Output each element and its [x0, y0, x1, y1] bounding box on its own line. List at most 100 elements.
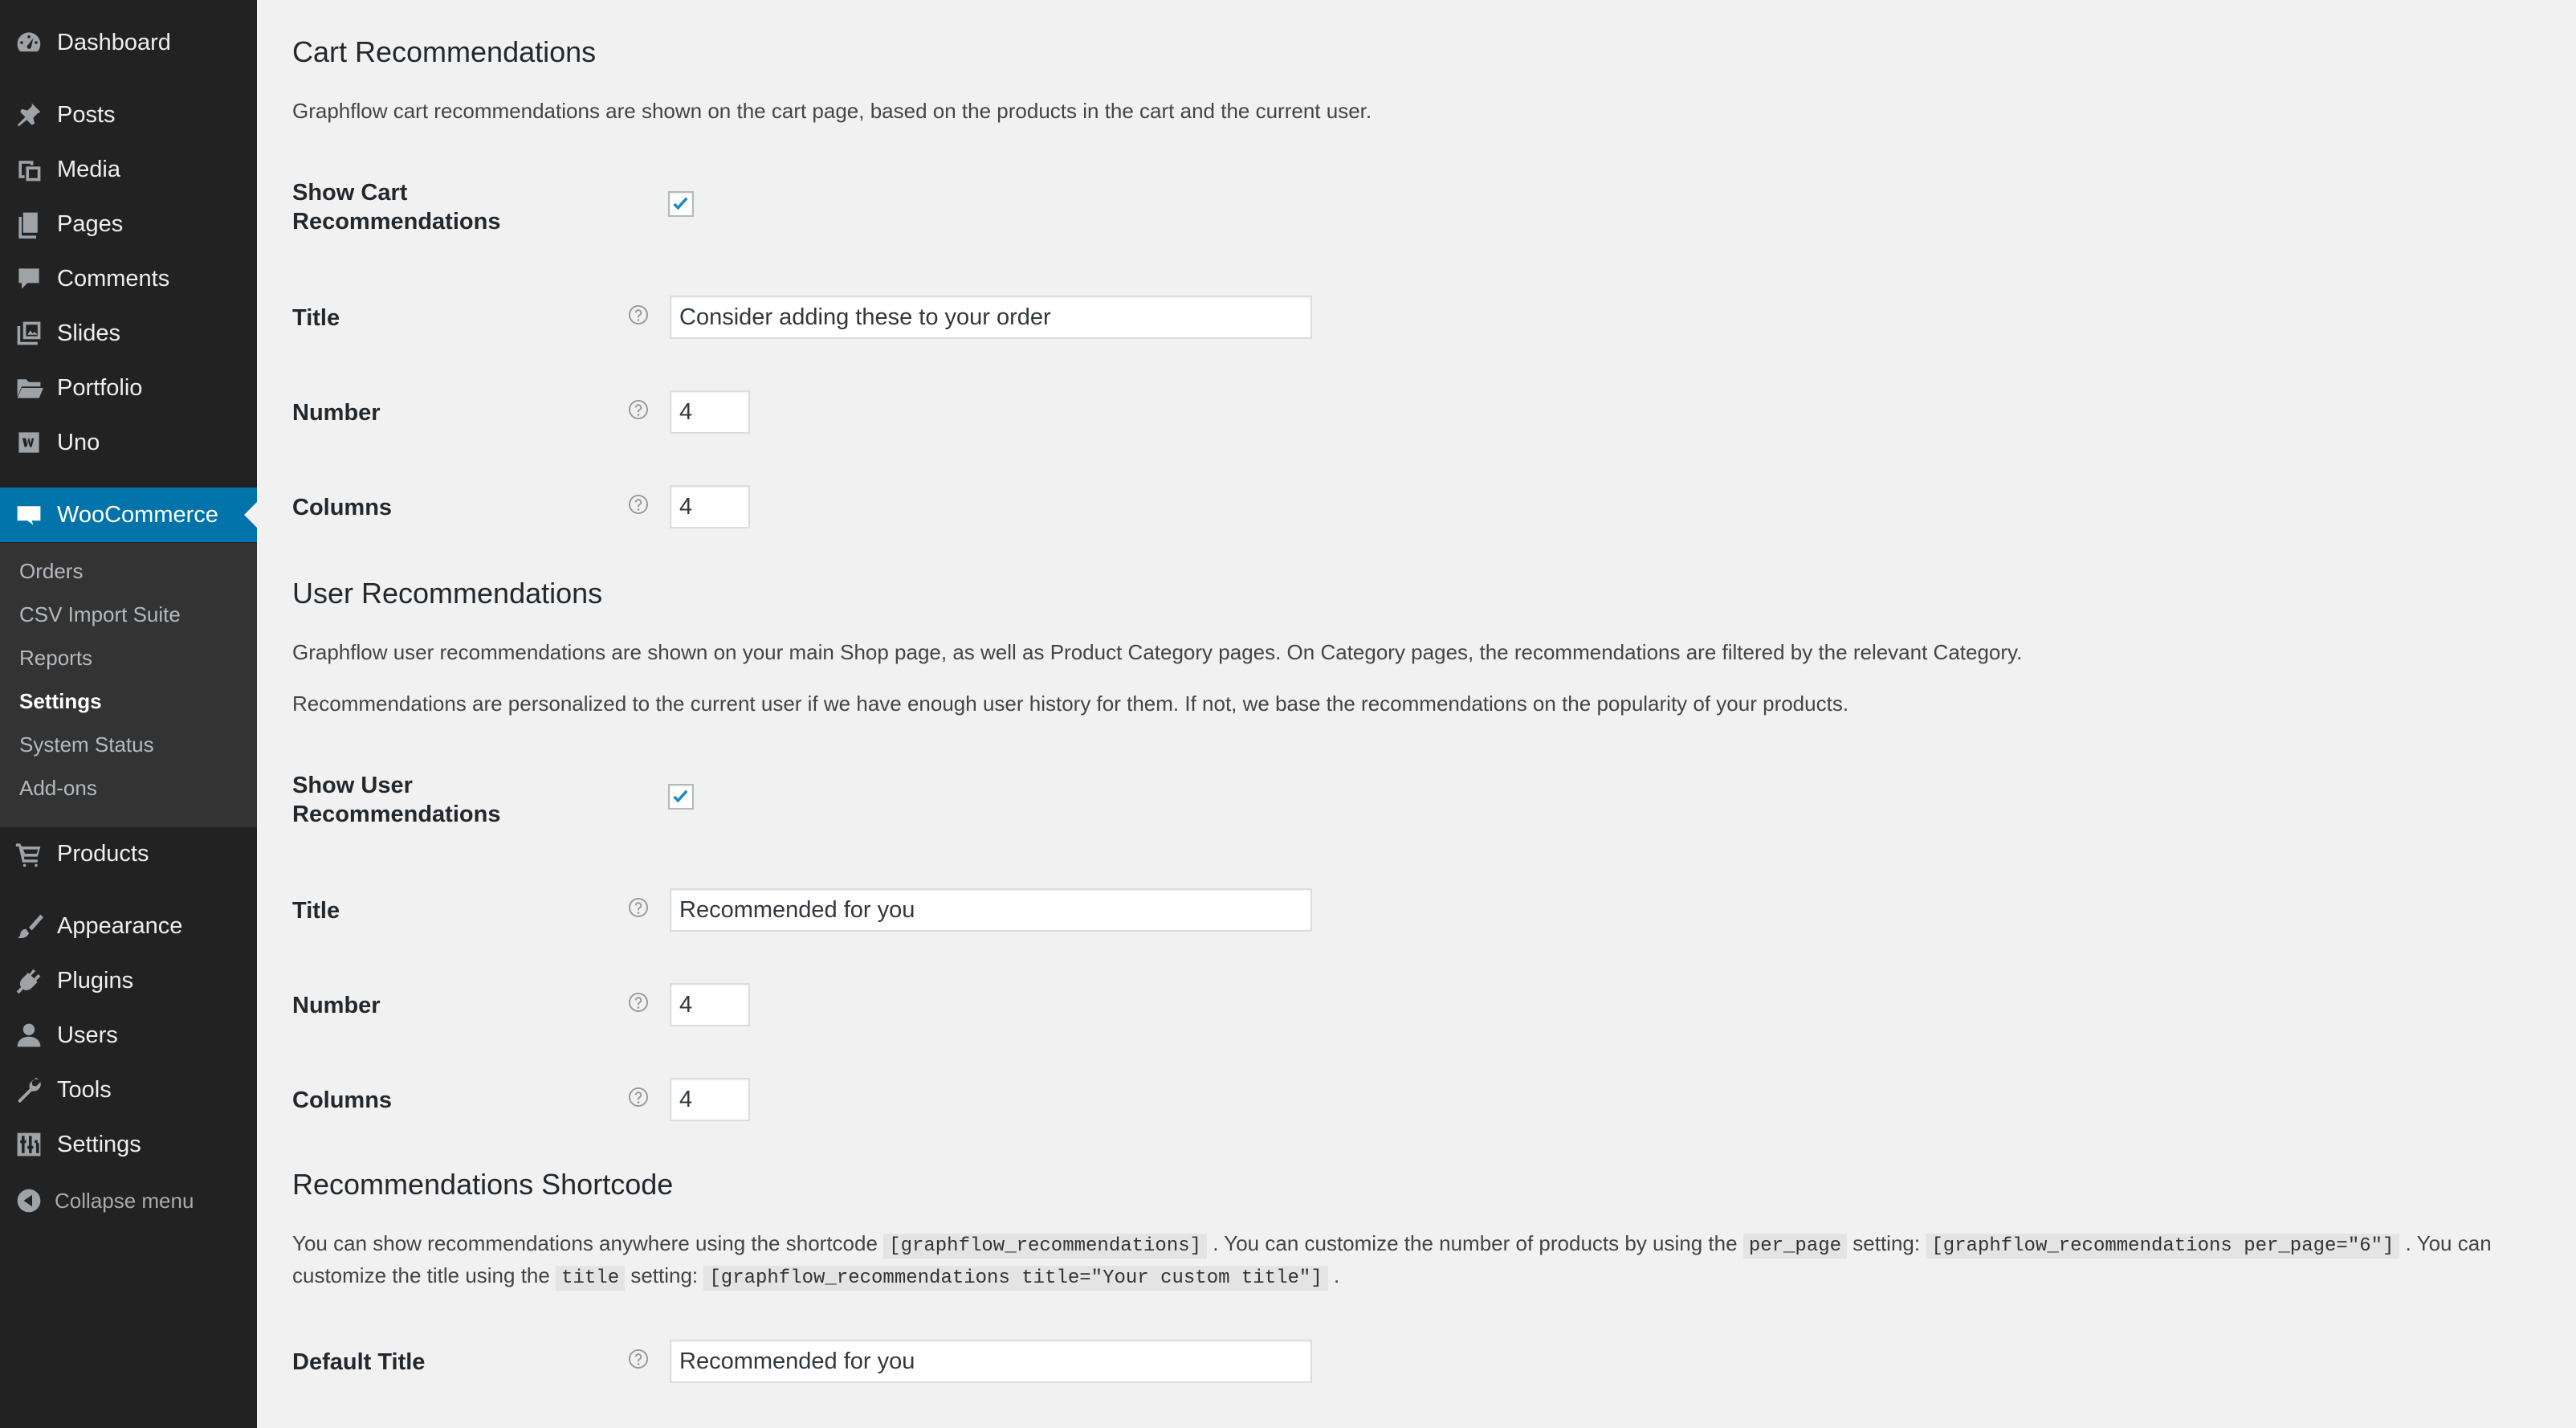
menu-item-settings[interactable]: Settings — [0, 1117, 257, 1172]
user-number-label: Number — [292, 993, 381, 1018]
user-columns-label: Columns — [292, 1087, 393, 1113]
shortcode-text: . You can customize the number of produc… — [1213, 1231, 1738, 1255]
menu-item-dashboard[interactable]: Dashboard — [0, 15, 257, 70]
shortcode-text: . — [1333, 1263, 1340, 1287]
help-tip-icon[interactable] — [628, 304, 649, 325]
user-icon — [14, 1021, 43, 1050]
cart-icon — [14, 839, 43, 868]
sliders-icon — [14, 1130, 43, 1159]
folder-icon — [14, 373, 43, 402]
help-tip-icon[interactable] — [628, 1348, 649, 1369]
menu-label: Portfolio — [57, 374, 143, 401]
shortcode-text: setting: — [1853, 1231, 1921, 1255]
shortcode-text: You can show recommendations anywhere us… — [292, 1231, 878, 1255]
cart-columns-input[interactable] — [670, 485, 750, 528]
menu-label: Media — [57, 156, 120, 182]
menu-label: Tools — [57, 1076, 112, 1103]
menu-label: Posts — [57, 101, 116, 128]
menu-label: Plugins — [57, 967, 134, 993]
cart-recommendations-heading: Cart Recommendations — [292, 35, 597, 68]
menu-label: Products — [57, 840, 149, 867]
per-page-example-code: [graphflow_recommendations per_page="6"] — [1926, 1234, 2400, 1259]
help-tip-icon[interactable] — [628, 399, 649, 420]
user-title-label: Title — [292, 898, 340, 924]
woo-icon — [14, 500, 43, 529]
user-recommendations-description: Graphflow user recommendations are shown… — [292, 640, 2023, 664]
menu-label: Pages — [57, 210, 124, 237]
collapse-menu-label: Collapse menu — [55, 1188, 194, 1213]
checkmark-icon — [673, 789, 688, 803]
menu-label: Settings — [57, 1131, 141, 1157]
submenu-item-reports[interactable]: Reports — [19, 646, 92, 671]
title-code: title — [556, 1266, 626, 1291]
help-tip-icon[interactable] — [628, 1087, 649, 1108]
submenu-item-csv-import-suite[interactable]: CSV Import Suite — [19, 602, 181, 627]
checkmark-icon — [673, 197, 688, 210]
menu-label: Slides — [57, 320, 120, 346]
submenu-item-system-status[interactable]: System Status — [19, 732, 154, 757]
admin-sidebar: Dashboard Posts Media Pages Comments Sli… — [0, 0, 257, 1428]
menu-item-appearance[interactable]: Appearance — [0, 899, 257, 953]
active-menu-arrow — [244, 502, 257, 528]
shortcode-description-line2: customize the title using the title sett… — [292, 1259, 1339, 1295]
menu-label: Appearance — [57, 912, 183, 939]
shortcode-description-line1: You can show recommendations anywhere us… — [292, 1227, 2492, 1263]
menu-item-slides[interactable]: Slides — [0, 306, 257, 361]
plug-icon — [14, 966, 43, 995]
shortcode-heading: Recommendations Shortcode — [292, 1168, 674, 1201]
user-number-input[interactable] — [670, 983, 750, 1026]
show-cart-recommendations-label: Show Cart Recommendations — [292, 180, 501, 235]
menu-item-plugins[interactable]: Plugins — [0, 953, 257, 1008]
collapse-menu-button[interactable]: Collapse menu — [0, 1183, 257, 1218]
menu-item-posts[interactable]: Posts — [0, 88, 257, 142]
user-columns-input[interactable] — [670, 1078, 750, 1121]
cart-recommendations-description: Graphflow cart recommendations are shown… — [292, 99, 1372, 123]
menu-item-users[interactable]: Users — [0, 1008, 257, 1063]
cart-title-input[interactable] — [670, 296, 1312, 339]
show-user-recommendations-checkbox[interactable] — [668, 784, 694, 810]
menu-item-products[interactable]: Products — [0, 826, 257, 881]
shortcode-text: . You can — [2405, 1231, 2492, 1255]
wrench-icon — [14, 1075, 43, 1104]
menu-item-woocommerce[interactable]: WooCommerce — [0, 488, 257, 542]
show-cart-recommendations-checkbox[interactable] — [668, 191, 694, 217]
help-tip-icon[interactable] — [628, 897, 649, 918]
shortcode-text: setting: — [630, 1263, 699, 1287]
default-title-label: Default Title — [292, 1349, 426, 1375]
menu-label: Comments — [57, 265, 170, 292]
menu-item-tools[interactable]: Tools — [0, 1063, 257, 1117]
slides-icon — [14, 319, 43, 348]
menu-item-comments[interactable]: Comments — [0, 251, 257, 306]
settings-content: Cart Recommendations Graphflow cart reco… — [292, 0, 2557, 1428]
menu-item-pages[interactable]: Pages — [0, 197, 257, 251]
menu-item-media[interactable]: Media — [0, 142, 257, 197]
user-recommendations-heading: User Recommendations — [292, 577, 603, 610]
submenu-item-add-ons[interactable]: Add-ons — [19, 776, 97, 801]
default-title-input[interactable] — [670, 1340, 1312, 1383]
menu-label: Uno — [57, 429, 100, 455]
cart-title-label: Title — [292, 305, 340, 331]
menu-label: Users — [57, 1022, 118, 1048]
cart-columns-label: Columns — [292, 495, 393, 520]
submenu-item-orders[interactable]: Orders — [19, 559, 83, 584]
submenu-item-settings[interactable]: Settings — [19, 689, 102, 714]
shortcode-text: customize the title using the — [292, 1263, 550, 1287]
media-icon — [14, 155, 43, 184]
woocommerce-submenu: Orders CSV Import Suite Reports Settings… — [0, 543, 257, 827]
user-recommendations-personalization-note: Recommendations are personalized to the … — [292, 692, 1849, 716]
menu-item-portfolio[interactable]: Portfolio — [0, 361, 257, 415]
per-page-code: per_page — [1742, 1234, 1848, 1259]
uno-icon — [14, 428, 43, 457]
show-user-recommendations-label: Show User Recommendations — [292, 773, 501, 827]
menu-item-uno[interactable]: Uno — [0, 415, 257, 470]
collapse-icon — [16, 1188, 42, 1214]
help-tip-icon[interactable] — [628, 494, 649, 515]
pages-icon — [14, 210, 43, 239]
pin-icon — [14, 100, 43, 129]
cart-number-input[interactable] — [670, 390, 750, 434]
menu-label: Dashboard — [57, 29, 171, 55]
dashboard-icon — [14, 28, 43, 57]
cart-number-label: Number — [292, 400, 381, 426]
user-title-input[interactable] — [670, 888, 1312, 932]
help-tip-icon[interactable] — [628, 992, 649, 1013]
